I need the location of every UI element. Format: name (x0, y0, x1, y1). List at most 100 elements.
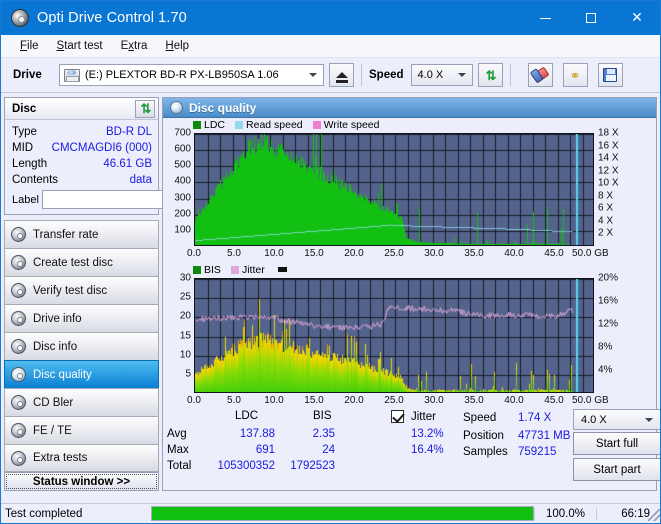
stats-col-bis: BIS (313, 410, 332, 422)
status-window-button[interactable]: Status window >> (4, 472, 159, 491)
bis-chart-block: BIS Jitter 5 10 15 20 25 30 4% 8% 12% 16% 20% 0.0… (163, 263, 656, 408)
content-header: Disc quality (163, 98, 656, 118)
legend-item-ldc: LDC (193, 119, 225, 131)
sidebar-item-transfer-rate[interactable]: Transfer rate (4, 220, 159, 248)
eject-icon (335, 72, 348, 83)
axis-tick-label: 10.0 (264, 248, 284, 259)
ldc-y-axis: 100 200 300 400 500 600 700 (163, 128, 193, 246)
app-icon (11, 9, 29, 27)
title-bar: Opti Drive Control 1.70 ✕ (1, 1, 660, 35)
disc-row-length-value: 46.61 GB (103, 158, 152, 170)
axis-tick-label: 15.0 (304, 248, 324, 259)
drive-select[interactable]: (E:) PLEXTOR BD-R PX-LB950SA 1.06 (59, 64, 324, 86)
menu-file-rest: ile (27, 40, 39, 52)
bug-button[interactable]: ⚭ (562, 63, 588, 87)
sidebar-item-disc-quality[interactable]: Disc quality (4, 360, 159, 388)
disc-icon (11, 255, 26, 270)
disc-info-list: Type BD-R DL MID CMCMAGDI6 (000) Length … (5, 120, 244, 214)
resize-grip[interactable] (648, 509, 660, 521)
app-window: Opti Drive Control 1.70 ✕ File Start tes… (0, 0, 661, 524)
axis-tick-label: 50.0 GB (571, 395, 609, 406)
maximize-button[interactable] (568, 1, 614, 35)
toolbar-divider-1 (361, 64, 362, 86)
axis-tick-label: 10 X (598, 177, 619, 189)
disc-panel: Disc ⇅ Type BD-R DL MID CMCMAGDI6 (000) … (4, 97, 244, 215)
speed-select-bottom[interactable]: 4.0 X (573, 409, 660, 430)
erase-button[interactable] (527, 63, 553, 87)
close-button[interactable]: ✕ (614, 1, 660, 35)
maximize-icon (586, 13, 596, 23)
ldc-plot-wrap: 100 200 300 400 500 600 700 2 X4 X6 X8 X 10 X 12… (163, 128, 656, 261)
legend-item-bis: BIS (193, 264, 221, 276)
axis-tick-label: 40.0 (504, 395, 524, 406)
ldc-y2-axis: 2 X4 X6 X8 X 10 X 12 X 14 X 16 X 18 X (596, 128, 626, 246)
sidebar-item-label: Disc info (33, 340, 78, 353)
axis-tick-label: 35.0 (464, 248, 484, 259)
disc-row-mid: MID CMCMAGDI6 (000) (12, 140, 152, 156)
jitter-checkbox[interactable] (391, 410, 404, 423)
axis-tick-label: 200 (174, 208, 191, 220)
axis-tick-label: 12% (598, 318, 619, 330)
window-title: Opti Drive Control 1.70 (37, 10, 187, 26)
disc-panel-title: Disc (12, 102, 37, 115)
disc-icon (11, 227, 26, 242)
axis-tick-label: 4% (598, 364, 613, 376)
disc-row-mid-label: MID (12, 142, 34, 154)
axis-tick-label: 45.0 (544, 395, 564, 406)
sidebar-item-label: FE / TE (33, 424, 72, 437)
sidebar-item-verify-test-disc[interactable]: Verify test disc (4, 276, 159, 304)
drive-toolbar: Drive (E:) PLEXTOR BD-R PX-LB950SA 1.06 … (1, 58, 660, 93)
axis-tick-label: 5.0 (227, 248, 241, 259)
legend-label-jitter: Jitter (241, 263, 265, 276)
legend-swatch-ldc (193, 120, 201, 129)
sidebar-item-extra-tests[interactable]: Extra tests (4, 444, 159, 472)
disc-row-length-label: Length (12, 158, 48, 170)
legend-item-read-speed: Read speed (235, 119, 303, 131)
axis-tick-label: 45.0 (544, 248, 564, 259)
bis-y2-axis: 4% 8% 12% 16% 20% (596, 272, 626, 393)
main-body: Disc ⇅ Type BD-R DL MID CMCMAGDI6 (000) … (1, 93, 660, 491)
disc-icon (11, 311, 26, 326)
axis-tick-label: 0.0 (187, 248, 201, 259)
sidebar-item-fe-te[interactable]: FE / TE (4, 416, 159, 444)
legend-label-write-speed: Write speed (323, 118, 380, 131)
refresh-button[interactable]: ⇅ (477, 63, 503, 87)
legend-label-ldc: LDC (204, 118, 226, 131)
sidebar-item-label: Disc quality (33, 368, 92, 381)
legend-label-bis: BIS (204, 263, 221, 276)
sidebar-item-disc-info[interactable]: Disc info (4, 332, 159, 360)
disc-icon (11, 367, 26, 382)
speed-select[interactable]: 4.0 X (410, 64, 473, 86)
start-part-button[interactable]: Start part (573, 458, 660, 481)
disc-panel-header: Disc ⇅ (5, 98, 158, 120)
sidebar-item-create-test-disc[interactable]: Create test disc (4, 248, 159, 276)
sidebar-item-cd-bler[interactable]: CD Bler (4, 388, 159, 416)
ldc-canvas (195, 134, 593, 245)
progress-bar (151, 506, 534, 521)
stats-row-avg: Avg (167, 428, 187, 440)
speed-stat-value: 1.74 X (518, 412, 552, 424)
menu-help[interactable]: Help (156, 38, 198, 54)
sidebar-item-label: Extra tests (33, 452, 88, 464)
chevron-down-icon (309, 73, 317, 77)
chevron-down-icon (457, 73, 466, 77)
save-button[interactable] (597, 63, 623, 87)
start-full-button[interactable]: Start full (573, 432, 660, 455)
menu-extra[interactable]: Extra (112, 38, 157, 54)
disc-quality-icon (170, 101, 183, 114)
menu-help-rest: elp (173, 40, 190, 52)
bis-plot-area[interactable] (194, 278, 594, 393)
eject-button[interactable] (329, 63, 354, 87)
axis-tick-label: 30.0 (424, 248, 444, 259)
axis-tick-label: 8% (598, 341, 613, 353)
menu-start-test[interactable]: Start test (48, 38, 112, 54)
sidebar-item-label: Drive info (33, 312, 82, 325)
disc-refresh-button[interactable]: ⇅ (135, 99, 155, 118)
minimize-button[interactable] (522, 1, 568, 35)
ldc-plot-area[interactable] (194, 133, 594, 246)
menu-file[interactable]: File (11, 38, 48, 54)
sidebar-item-drive-info[interactable]: Drive info (4, 304, 159, 332)
axis-tick-label: 400 (174, 175, 191, 187)
axis-tick-label: 20% (598, 272, 619, 284)
axis-tick-label: 16 X (598, 140, 619, 152)
